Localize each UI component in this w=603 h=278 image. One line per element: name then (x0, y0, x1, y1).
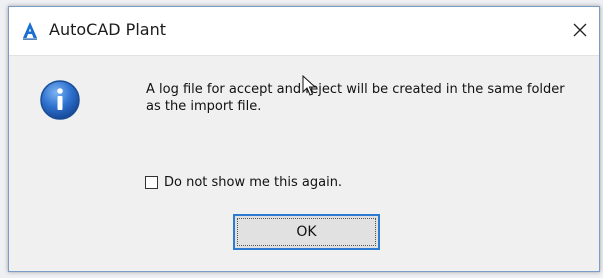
dont-show-again-checkbox[interactable] (145, 176, 158, 189)
window-title: AutoCAD Plant (49, 20, 166, 39)
close-icon (573, 23, 587, 37)
ok-button[interactable]: OK (233, 214, 380, 250)
autocad-a-icon (21, 20, 39, 40)
info-icon (39, 79, 81, 121)
focus-ring (237, 218, 376, 246)
close-button[interactable] (569, 19, 591, 41)
title-bar: AutoCAD Plant (9, 7, 599, 56)
mouse-cursor-icon (302, 74, 317, 97)
message-dialog: AutoCAD Plant A log file for accept and … (8, 6, 600, 272)
dont-show-again-option[interactable]: Do not show me this again. (145, 174, 342, 191)
dont-show-again-label[interactable]: Do not show me this again. (164, 174, 342, 191)
message-text: A log file for accept and reject will be… (146, 82, 565, 114)
